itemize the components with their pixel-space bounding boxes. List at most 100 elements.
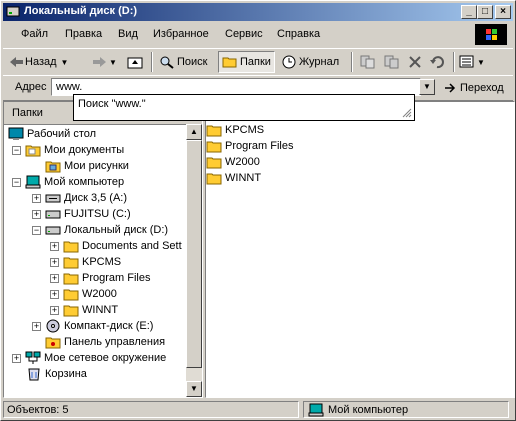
recycle-bin-icon xyxy=(28,368,40,381)
history-icon xyxy=(282,55,296,69)
tree-item-kpcms[interactable]: + KPCMS xyxy=(50,254,121,270)
go-arrow-icon xyxy=(445,83,456,93)
tree-collapse-icon[interactable]: − xyxy=(12,145,21,155)
tree-item-network[interactable]: + Мое сетевое окружение xyxy=(12,350,166,366)
tree-item-my-computer[interactable]: − Мой компьютер xyxy=(12,174,124,190)
move-to-button[interactable] xyxy=(359,52,377,72)
tree-item-recycle-bin[interactable]: Корзина xyxy=(26,366,87,382)
chevron-down-icon: ▼ xyxy=(109,57,117,67)
menu-help[interactable]: Справка xyxy=(277,28,320,40)
folder-icon xyxy=(63,241,79,253)
chevron-down-icon: ▼ xyxy=(477,57,485,67)
tree-item-drive-c[interactable]: + FUJITSU (C:) xyxy=(32,206,131,222)
control-panel-icon xyxy=(45,337,61,349)
file-item-winnt[interactable]: WINNT xyxy=(206,170,261,186)
resize-grip-icon[interactable] xyxy=(402,108,412,118)
views-icon xyxy=(459,55,474,68)
up-button[interactable] xyxy=(127,52,143,72)
arrow-up-icon: ▲ xyxy=(190,127,198,136)
tree-expand-icon[interactable]: + xyxy=(32,321,41,331)
toolbar-separator xyxy=(351,52,353,72)
tree-expand-icon[interactable]: + xyxy=(50,289,59,299)
menu-favorites[interactable]: Избранное xyxy=(153,28,209,40)
tree-item-my-pictures[interactable]: Мои рисунки xyxy=(45,158,129,174)
folder-icon xyxy=(63,257,79,269)
folder-icon xyxy=(63,289,79,301)
tree-item-cd-drive[interactable]: + Компакт-диск (E:) xyxy=(32,318,153,334)
tree-item-my-documents[interactable]: − Мои документы xyxy=(12,142,124,158)
folder-icon xyxy=(63,273,79,285)
menu-file[interactable]: Файл xyxy=(21,28,48,40)
history-button[interactable]: Журнал xyxy=(281,52,339,72)
status-bar: Объектов: 5 Мой компьютер xyxy=(3,400,513,419)
search-button[interactable]: Поиск xyxy=(159,52,207,72)
tree-expand-icon[interactable]: + xyxy=(50,241,59,251)
close-button[interactable]: × xyxy=(495,5,511,19)
folders-icon xyxy=(222,57,237,68)
tree-item-w2000[interactable]: + W2000 xyxy=(50,286,117,302)
folders-label: Папки xyxy=(240,56,271,68)
chevron-down-icon: ▼ xyxy=(60,57,69,67)
back-arrow-icon xyxy=(10,57,23,67)
drive-icon xyxy=(45,210,61,219)
windows-logo-icon xyxy=(475,24,507,45)
tree-item-floppy[interactable]: + Диск 3,5 (A:) xyxy=(32,190,127,206)
maximize-button[interactable]: □ xyxy=(477,5,493,19)
minimize-button[interactable]: _ xyxy=(461,5,477,19)
tree-item-winnt[interactable]: + WINNT xyxy=(50,302,118,318)
delete-icon xyxy=(409,56,421,68)
go-label: Переход xyxy=(460,82,504,94)
scroll-thumb[interactable] xyxy=(186,140,202,368)
tree-item-drive-d[interactable]: − Локальный диск (D:) xyxy=(32,222,168,238)
scroll-down-button[interactable]: ▼ xyxy=(186,381,202,397)
menu-edit[interactable]: Правка xyxy=(65,28,102,40)
tree-expand-icon[interactable]: + xyxy=(50,273,59,283)
autocomplete-suggestion[interactable]: Поиск "www." xyxy=(78,98,146,110)
tree-item-control-panel[interactable]: Панель управления xyxy=(45,334,165,350)
folder-tree-scrollbar[interactable]: ▲ ▼ xyxy=(186,124,202,397)
move-to-icon xyxy=(360,55,375,69)
file-item-kpcms[interactable]: KPCMS xyxy=(206,122,264,138)
tree-item-desktop[interactable]: Рабочий стол xyxy=(8,126,96,142)
file-item-program-files[interactable]: Program Files xyxy=(206,138,293,154)
scroll-up-button[interactable]: ▲ xyxy=(186,124,202,140)
title-bar[interactable]: Локальный диск (D:) _ □ × xyxy=(3,3,513,21)
undo-button[interactable] xyxy=(429,52,445,72)
folders-button[interactable]: Папки xyxy=(218,51,275,73)
folder-tree: Рабочий стол − Мои документы Мои рисунки… xyxy=(4,124,186,397)
tree-expand-icon[interactable]: + xyxy=(32,193,41,203)
tree-expand-icon[interactable]: + xyxy=(12,353,21,363)
tree-expand-icon[interactable]: + xyxy=(50,305,59,315)
forward-button[interactable]: ▼ xyxy=(91,52,117,72)
tree-expand-icon[interactable]: + xyxy=(50,257,59,267)
autocomplete-dropdown: Поиск "www." xyxy=(73,94,415,121)
desktop-icon xyxy=(8,127,24,140)
copy-to-button[interactable] xyxy=(383,52,401,72)
standard-toolbar: Назад ▼ ▼ Поиск Папки Журнал ▼ xyxy=(3,48,513,76)
back-label: Назад xyxy=(25,56,57,68)
toolbar-separator xyxy=(151,52,153,72)
tree-expand-icon[interactable]: + xyxy=(32,209,41,219)
file-item-w2000[interactable]: W2000 xyxy=(206,154,260,170)
back-button[interactable]: Назад ▼ xyxy=(9,52,68,72)
go-button[interactable]: Переход xyxy=(443,79,504,97)
tree-item-documents-and-settings[interactable]: + Documents and Sett xyxy=(50,238,182,254)
delete-button[interactable] xyxy=(407,52,423,72)
file-list-pane: KPCMS Program Files W2000 WINNT xyxy=(205,101,515,398)
tree-collapse-icon[interactable]: − xyxy=(32,225,41,235)
views-button[interactable]: ▼ xyxy=(459,52,485,72)
computer-icon xyxy=(308,403,324,416)
my-pictures-folder-icon xyxy=(45,161,61,173)
search-icon xyxy=(160,56,174,69)
drive-icon xyxy=(6,6,20,17)
address-dropdown-button[interactable]: ▼ xyxy=(419,79,435,95)
folders-pane-title: Папки xyxy=(12,107,43,119)
menu-view[interactable]: Вид xyxy=(118,28,138,40)
chevron-down-icon: ▼ xyxy=(423,82,431,91)
tree-item-program-files[interactable]: + Program Files xyxy=(50,270,150,286)
cd-drive-icon xyxy=(46,319,60,333)
status-object-count: Объектов: 5 xyxy=(3,401,299,418)
menu-tools[interactable]: Сервис xyxy=(225,28,263,40)
floppy-drive-icon xyxy=(45,194,61,203)
tree-collapse-icon[interactable]: − xyxy=(12,177,21,187)
